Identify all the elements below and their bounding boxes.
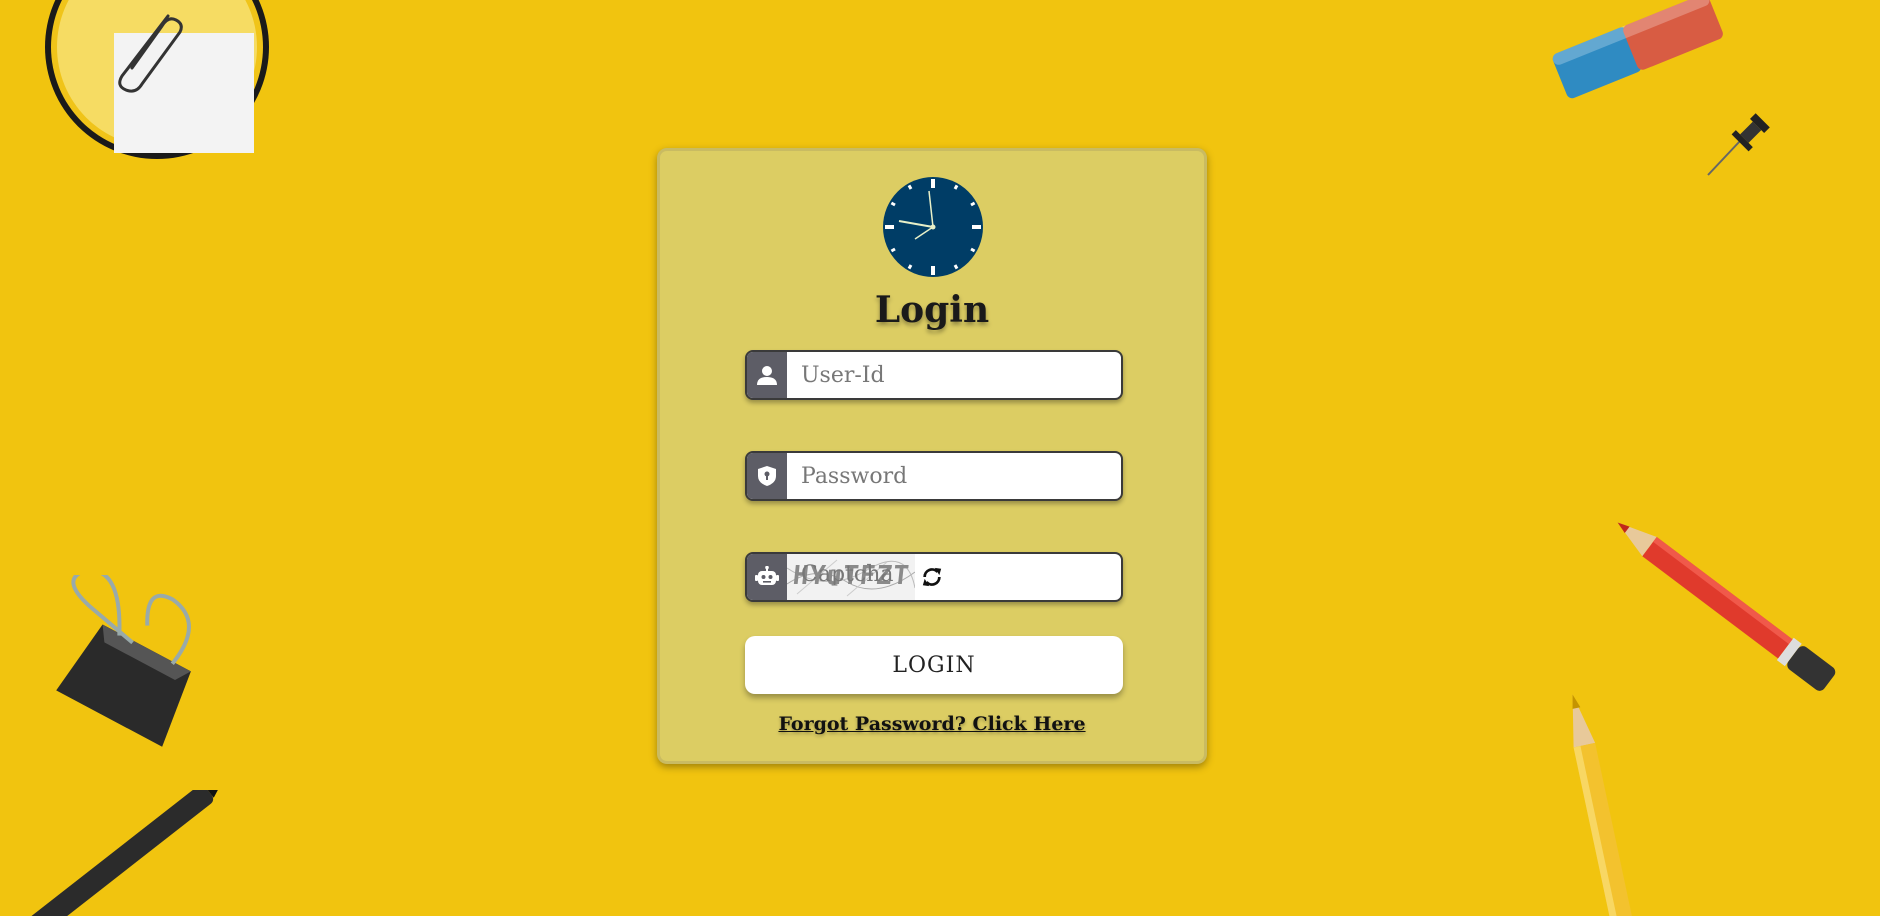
pushpin bbox=[1707, 113, 1770, 176]
shield-icon bbox=[747, 453, 787, 499]
login-card: Login User-Id HYuTFZT Captcha LOGIN Forg… bbox=[657, 148, 1207, 764]
page-title: Login bbox=[874, 289, 990, 331]
password-field bbox=[745, 451, 1123, 501]
login-button[interactable]: LOGIN bbox=[745, 636, 1123, 694]
password-input[interactable] bbox=[787, 453, 1121, 499]
marker-pen bbox=[30, 790, 223, 916]
binder-clip bbox=[56, 575, 191, 747]
userid-field bbox=[745, 350, 1123, 400]
paperclip-icon bbox=[118, 14, 183, 93]
captcha-field: HYuTFZT bbox=[745, 552, 1123, 602]
eraser bbox=[1552, 0, 1723, 99]
clock-icon bbox=[883, 177, 983, 277]
forgot-password-link[interactable]: Forgot Password? Click Here bbox=[660, 713, 1204, 735]
robot-icon bbox=[747, 554, 787, 600]
userid-input[interactable] bbox=[787, 352, 1121, 398]
user-icon bbox=[747, 352, 787, 398]
yellow-pencil bbox=[1572, 694, 1637, 916]
captcha-input[interactable] bbox=[787, 554, 955, 594]
